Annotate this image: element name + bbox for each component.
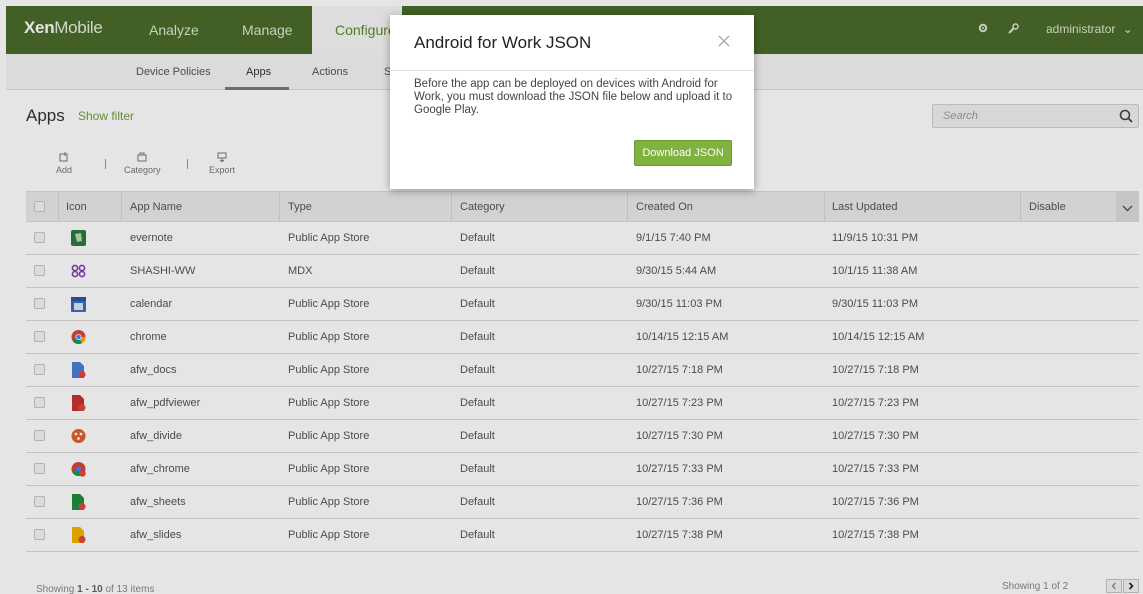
dialog-title: Android for Work JSON (414, 33, 592, 52)
close-icon[interactable] (716, 33, 732, 49)
download-json-button[interactable]: Download JSON (634, 140, 732, 166)
dialog-message: Before the app can be deployed on device… (414, 78, 733, 116)
dialog-header: Android for Work JSON (390, 15, 754, 71)
android-for-work-json-dialog: Android for Work JSON Before the app can… (390, 15, 754, 189)
